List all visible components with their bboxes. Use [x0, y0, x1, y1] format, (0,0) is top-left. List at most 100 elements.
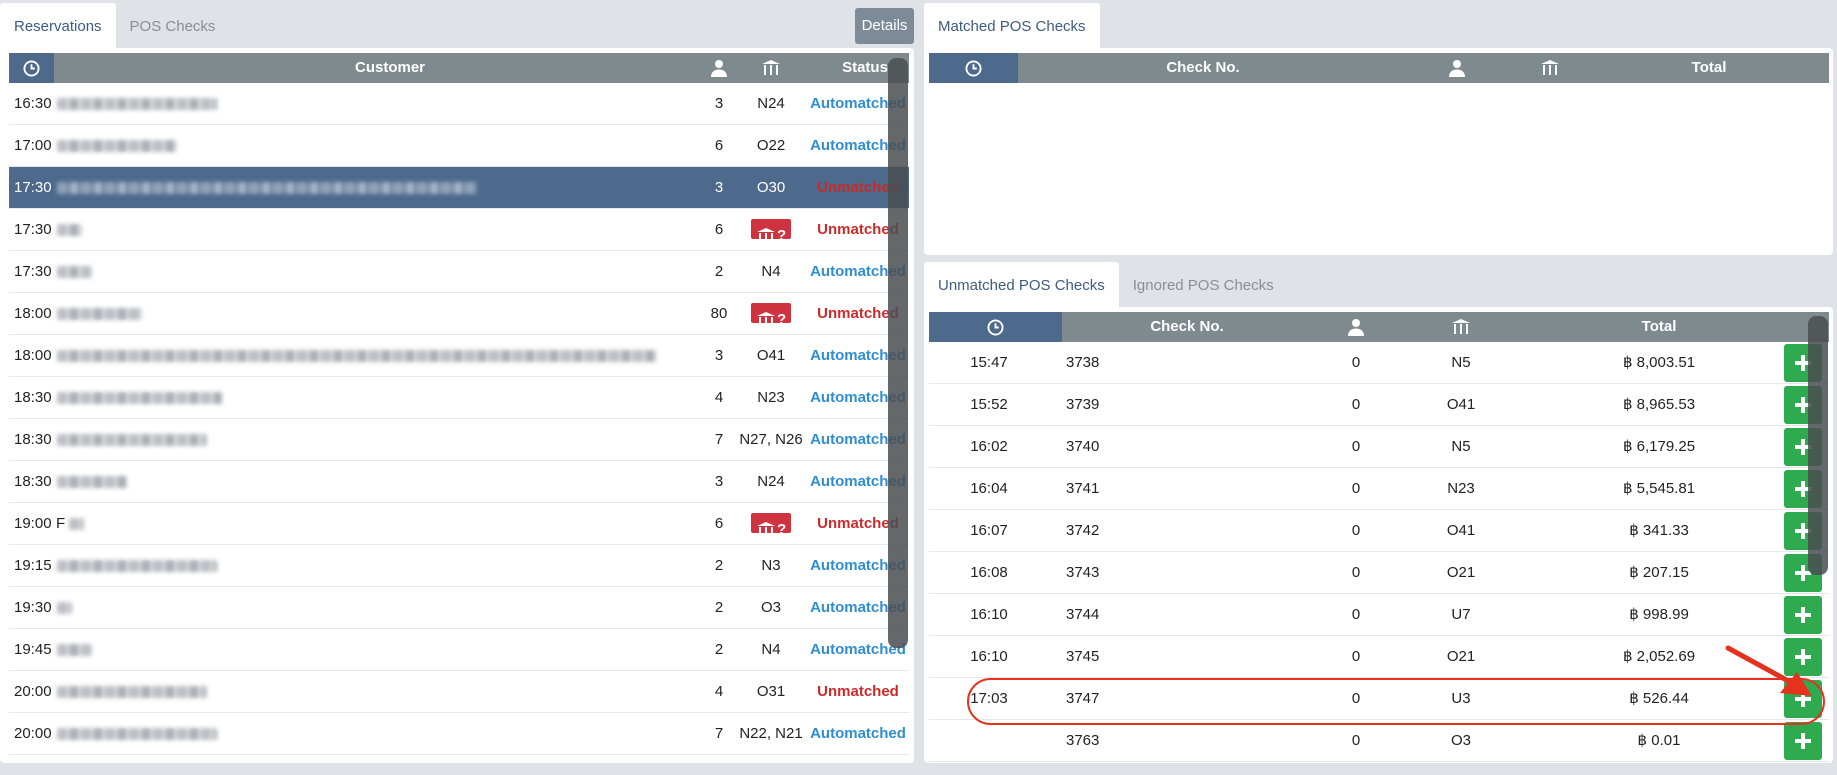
pos-check-row[interactable]: 16:02 3740 0 N5 ฿ 6,179.25 [929, 426, 1829, 468]
table-header[interactable] [1443, 312, 1479, 342]
clock-header[interactable] [929, 53, 1018, 83]
table-number: N5 [1451, 438, 1471, 455]
table-number: N24 [757, 95, 785, 112]
reservation-row[interactable]: 19:00 F 6? Unmatched [9, 503, 909, 545]
add-match-button[interactable] [1784, 722, 1822, 760]
tab-ignored-pos-checks[interactable]: Ignored POS Checks [1119, 262, 1288, 310]
tab-reservations[interactable]: Reservations [0, 3, 116, 51]
tab-pos-checks[interactable]: POS Checks [116, 3, 230, 51]
no-table-cell: ? [731, 293, 811, 335]
pos-check-row[interactable]: 15:52 3739 0 O41 ฿ 8,965.53 [929, 384, 1829, 426]
customer-header[interactable]: Customer [54, 53, 726, 83]
red-arrow-icon [1725, 645, 1812, 696]
reservation-row[interactable]: 17:00 6 O22 Automatched [9, 125, 909, 167]
plus-icon [1795, 607, 1811, 623]
reservation-time: 19:15 [14, 557, 52, 574]
table-number: N24 [757, 473, 785, 490]
customer-name-redacted [57, 476, 127, 488]
reservation-row[interactable]: 18:30 7 N27, N26 Automatched [9, 419, 909, 461]
reservation-row[interactable]: 17:30 3 O30 Unmatched [9, 167, 909, 209]
reservation-row[interactable]: 18:30 3 N24 Automatched [9, 461, 909, 503]
guests-header[interactable] [701, 53, 737, 83]
table-number: O21 [1446, 564, 1476, 581]
reservation-row[interactable]: 17:30 6? Unmatched [9, 209, 909, 251]
customer-name-redacted [57, 434, 207, 446]
reservation-time: 19:30 [14, 599, 52, 616]
reservations-list: 16:30 3 N24 Automatched 17:00 6 O22 Automatched… [9, 83, 909, 757]
table-number: O30 [756, 179, 786, 196]
total-header[interactable]: Total [1609, 53, 1809, 83]
reservation-row[interactable]: 18:00 80? Unmatched [9, 293, 909, 335]
reservations-panel: Customer Status 16:30 3 N24 Automatched 17:0… [0, 48, 914, 763]
table-question-icon[interactable]: ? [751, 303, 791, 328]
guest-count: 0 [1351, 732, 1361, 749]
guest-count: 0 [1351, 564, 1361, 581]
tab-matched-pos-checks[interactable]: Matched POS Checks [924, 3, 1100, 51]
reservation-time: 18:00 [14, 347, 52, 364]
guests-header[interactable] [1338, 312, 1374, 342]
table-icon [1452, 319, 1470, 334]
table-number: U7 [1451, 606, 1471, 623]
check-no-header[interactable]: Check No. [1062, 312, 1312, 342]
table-question-icon[interactable]: ? [751, 219, 791, 244]
guest-count: 0 [1351, 396, 1361, 413]
customer-name-redacted [57, 728, 217, 740]
pos-check-row[interactable]: 15:47 3738 0 N5 ฿ 8,003.51 [929, 342, 1829, 384]
reservation-row[interactable]: 18:00 3 O41 Automatched [9, 335, 909, 377]
reservations-scrollbar[interactable] [888, 58, 908, 648]
reservation-row[interactable]: 17:30 2 N4 Automatched [9, 251, 909, 293]
total-header[interactable]: Total [1529, 312, 1789, 342]
table-number: N23 [1447, 480, 1475, 497]
guests-header[interactable] [1439, 53, 1475, 83]
add-match-button[interactable] [1784, 596, 1822, 634]
table-header[interactable] [1532, 53, 1568, 83]
reservation-row[interactable]: 19:30 2 O3 Automatched [9, 587, 909, 629]
table-icon [1541, 60, 1559, 75]
pos-check-row[interactable]: 16:04 3741 0 N23 ฿ 5,545.81 [929, 468, 1829, 510]
reservation-time: 18:30 [14, 473, 52, 490]
table-question-icon[interactable]: ? [751, 513, 791, 538]
check-total: ฿ 8,965.53 [1622, 396, 1696, 413]
check-time: 16:10 [970, 606, 1008, 623]
check-no-header[interactable]: Check No. [1018, 53, 1388, 83]
tab-unmatched-pos-checks[interactable]: Unmatched POS Checks [924, 262, 1119, 310]
table-number: O41 [1446, 396, 1476, 413]
pos-check-row[interactable]: 16:07 3742 0 O41 ฿ 341.33 [929, 510, 1829, 552]
customer-name-redacted [57, 98, 217, 110]
pos-check-row[interactable]: 3763 0 O3 ฿ 0.01 [929, 720, 1829, 762]
pos-check-row[interactable]: 16:10 3744 0 U7 ฿ 998.99 [929, 594, 1829, 636]
reservation-row[interactable]: 19:15 2 N3 Automatched [9, 545, 909, 587]
check-total: ฿ 0.01 [1637, 732, 1681, 749]
customer-name-redacted [57, 182, 477, 194]
table-number: O3 [1450, 732, 1471, 749]
reservation-row[interactable]: 20:00 7 N22, N21 Automatched [9, 713, 909, 755]
svg-text:?: ? [777, 311, 786, 328]
matched-panel: Check No. Total [924, 48, 1833, 255]
clock-icon [23, 59, 40, 77]
person-icon [1449, 60, 1465, 77]
customer-name-redacted [57, 266, 92, 278]
table-number: N27, N26 [739, 431, 803, 448]
table-number: N4 [761, 641, 781, 658]
details-button[interactable]: Details [855, 8, 914, 44]
pos-check-row[interactable]: 16:10 3745 0 O21 ฿ 2,052.69 [929, 636, 1829, 678]
reservation-row[interactable]: 20:00 4 O31 Unmatched [9, 671, 909, 713]
table-header[interactable] [753, 53, 789, 83]
reservation-status: Automatched [810, 725, 906, 742]
table-number: N4 [761, 263, 781, 280]
clock-header[interactable] [9, 53, 54, 83]
check-time: 16:10 [970, 648, 1008, 665]
reservation-time: 17:30 [14, 221, 52, 238]
check-number: 3742 [1066, 522, 1100, 539]
reservation-row[interactable]: 18:30 4 N23 Automatched [9, 377, 909, 419]
reservation-row[interactable]: 19:45 2 N4 Automatched [9, 629, 909, 671]
check-total: ฿ 6,179.25 [1622, 438, 1696, 455]
check-total: ฿ 8,003.51 [1622, 354, 1696, 371]
customer-name-redacted [57, 308, 142, 320]
table-number: O3 [760, 599, 781, 616]
unmatched-scrollbar[interactable] [1808, 316, 1828, 575]
pos-check-row[interactable]: 16:08 3743 0 O21 ฿ 207.15 [929, 552, 1829, 594]
check-number: 3741 [1066, 480, 1100, 497]
reservation-row[interactable]: 16:30 3 N24 Automatched [9, 83, 909, 125]
clock-header[interactable] [929, 312, 1062, 342]
